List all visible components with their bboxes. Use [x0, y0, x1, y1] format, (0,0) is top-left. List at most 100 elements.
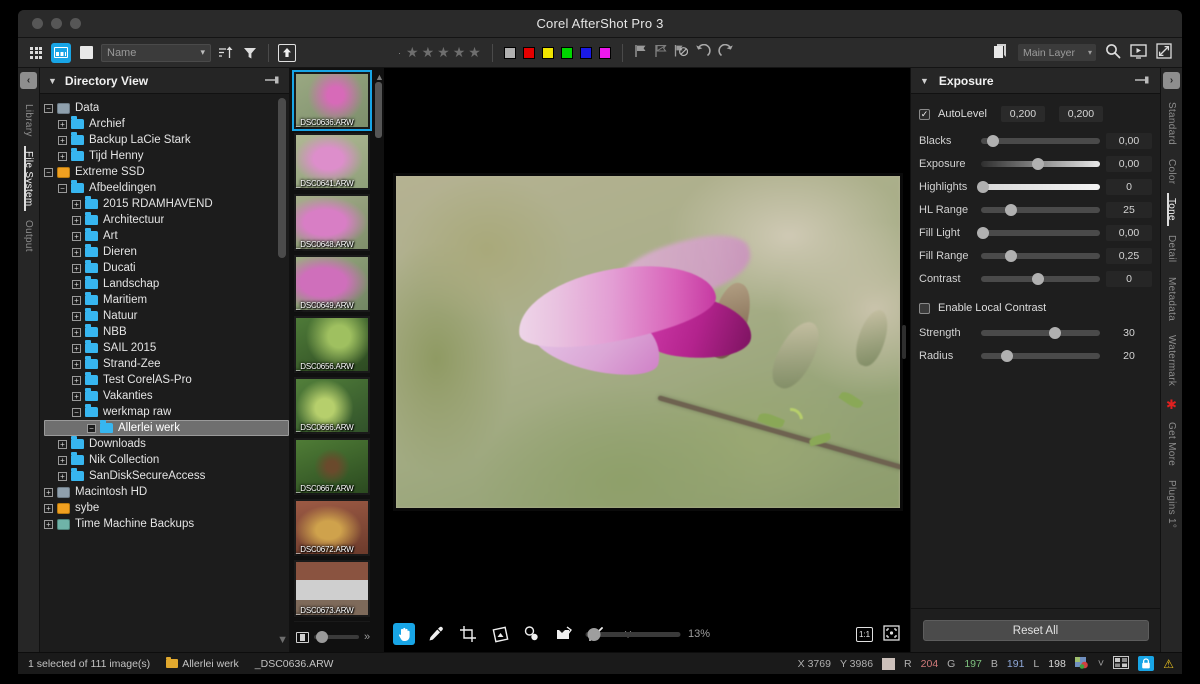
tree-item[interactable]: −Extreme SSD — [44, 164, 289, 180]
layers-icon[interactable] — [993, 43, 1009, 63]
expand-icon[interactable]: + — [72, 248, 81, 257]
scroll-thumb[interactable] — [278, 98, 286, 258]
preview-divider-handle[interactable] — [902, 325, 906, 359]
slider-knob[interactable] — [1032, 273, 1044, 285]
export-up-icon[interactable] — [278, 44, 296, 62]
scroll-thumb[interactable] — [375, 82, 382, 138]
contrast-value[interactable]: 0 — [1106, 271, 1152, 287]
tree-item-selected[interactable]: −Allerlei werk — [44, 420, 289, 436]
expand-icon[interactable]: + — [72, 296, 81, 305]
chevron-down-icon[interactable]: ▼ — [920, 76, 929, 86]
expand-icon[interactable]: + — [72, 344, 81, 353]
expand-icon[interactable]: + — [72, 200, 81, 209]
fullscreen-icon[interactable] — [1156, 43, 1172, 62]
tree-item[interactable]: +Tijd Henny — [44, 148, 289, 164]
fill-light-value[interactable]: 0,00 — [1106, 225, 1152, 241]
tree-item[interactable]: +Dieren — [44, 244, 289, 260]
tab-tone[interactable]: Tone — [1166, 191, 1177, 228]
expand-icon[interactable]: + — [72, 392, 81, 401]
thumbnail-item[interactable]: _DSC0641.ARW — [294, 133, 370, 190]
slideshow-icon[interactable] — [1130, 44, 1147, 62]
expand-icon[interactable]: + — [72, 376, 81, 385]
exposure-value[interactable]: 0,00 — [1106, 156, 1152, 172]
zoom-1to1-button[interactable]: 1:1 — [856, 627, 873, 642]
color-management-icon[interactable] — [1075, 656, 1089, 672]
expand-icon[interactable]: + — [44, 504, 53, 513]
fill-range-value[interactable]: 0,25 — [1106, 248, 1152, 264]
sort-ascending-icon[interactable] — [216, 43, 235, 62]
sort-select[interactable]: Name ▾ — [101, 44, 211, 62]
tree-item[interactable]: +sybe — [44, 500, 289, 516]
undo-icon[interactable] — [695, 44, 711, 61]
tree-item[interactable]: +NBB — [44, 324, 289, 340]
tree-item[interactable]: +Backup LaCie Stark — [44, 132, 289, 148]
tree-item[interactable]: +Time Machine Backups — [44, 516, 289, 532]
thumbnail-item[interactable] — [294, 621, 370, 622]
expand-icon[interactable]: + — [72, 328, 81, 337]
color-label-swatches[interactable] — [504, 47, 611, 59]
label-green-swatch[interactable] — [561, 47, 573, 59]
slider-knob[interactable] — [1049, 327, 1061, 339]
soft-proof-icon[interactable] — [1113, 656, 1129, 672]
tree-item[interactable]: −Afbeeldingen — [44, 180, 289, 196]
fit-to-window-icon[interactable] — [883, 625, 900, 644]
strength-slider[interactable] — [981, 330, 1100, 336]
tab-plugins[interactable]: Plugins 1° — [1166, 473, 1177, 535]
star-2-icon[interactable]: ★ — [422, 44, 435, 61]
thumbnail-item[interactable]: _DSC0649.ARW — [294, 255, 370, 312]
tab-metadata[interactable]: Metadata — [1166, 270, 1177, 328]
tree-item[interactable]: +Ducati — [44, 260, 289, 276]
expand-icon[interactable]: + — [72, 312, 81, 321]
scroll-up-icon[interactable]: ▲ — [375, 72, 382, 82]
expand-icon[interactable]: + — [72, 264, 81, 273]
lock-icon[interactable] — [1138, 656, 1154, 671]
blacks-value[interactable]: 0,00 — [1106, 133, 1152, 149]
collapse-icon[interactable]: − — [44, 168, 53, 177]
expand-icon[interactable]: + — [58, 472, 67, 481]
tree-item[interactable]: +Downloads — [44, 436, 289, 452]
image-canvas[interactable] — [385, 68, 910, 616]
pin-icon[interactable] — [265, 74, 281, 88]
fill-light-slider[interactable] — [981, 230, 1100, 236]
warning-icon[interactable]: ⚠ — [1163, 657, 1174, 671]
tab-standard[interactable]: Standard — [1166, 95, 1177, 152]
tree-item[interactable]: +Maritiem — [44, 292, 289, 308]
star-5-icon[interactable]: ★ — [468, 44, 481, 61]
star-4-icon[interactable]: ★ — [453, 44, 466, 61]
flag-none-icon[interactable] — [674, 44, 688, 61]
radius-slider[interactable] — [981, 353, 1100, 359]
label-grey-swatch[interactable] — [504, 47, 516, 59]
expand-icon[interactable]: + — [58, 152, 67, 161]
thumbnail-item[interactable]: _DSC0648.ARW — [294, 194, 370, 251]
redeye-tool[interactable] — [553, 623, 575, 645]
highlights-slider[interactable] — [981, 184, 1100, 190]
pin-icon[interactable] — [1135, 74, 1151, 88]
slider-knob[interactable] — [1005, 204, 1017, 216]
contrast-slider[interactable] — [981, 276, 1100, 282]
fill-range-slider[interactable] — [981, 253, 1100, 259]
tab-watermark[interactable]: Watermark — [1166, 328, 1177, 393]
tree-item[interactable]: +Archief — [44, 116, 289, 132]
search-icon[interactable] — [1105, 43, 1121, 62]
thumbnail-item[interactable]: _DSC0667.ARW — [294, 438, 370, 495]
reset-all-button[interactable]: Reset All — [923, 620, 1149, 641]
highlights-value[interactable]: 0 — [1106, 179, 1152, 195]
flag-pick-icon[interactable] — [634, 44, 647, 61]
layer-select[interactable]: Main Layer ▾ — [1018, 44, 1096, 61]
star-1-icon[interactable]: ★ — [406, 44, 419, 61]
hl-range-slider[interactable] — [981, 207, 1100, 213]
collapse-icon[interactable]: − — [72, 408, 81, 417]
tree-item[interactable]: +2015 RDAMHAVEND — [44, 196, 289, 212]
label-blue-swatch[interactable] — [580, 47, 592, 59]
flag-reject-icon[interactable] — [654, 44, 667, 61]
expand-icon[interactable]: + — [72, 360, 81, 369]
heal-tool[interactable] — [521, 623, 543, 645]
tree-item[interactable]: +SAIL 2015 — [44, 340, 289, 356]
expand-icon[interactable]: + — [44, 520, 53, 529]
chevron-down-icon[interactable]: ▼ — [48, 76, 57, 86]
tree-item[interactable]: +Vakanties — [44, 388, 289, 404]
label-magenta-swatch[interactable] — [599, 47, 611, 59]
star-3-icon[interactable]: ★ — [437, 44, 450, 61]
sidebar-tab-library[interactable]: Library — [23, 97, 34, 144]
tree-item[interactable]: +Test CorelAS-Pro — [44, 372, 289, 388]
